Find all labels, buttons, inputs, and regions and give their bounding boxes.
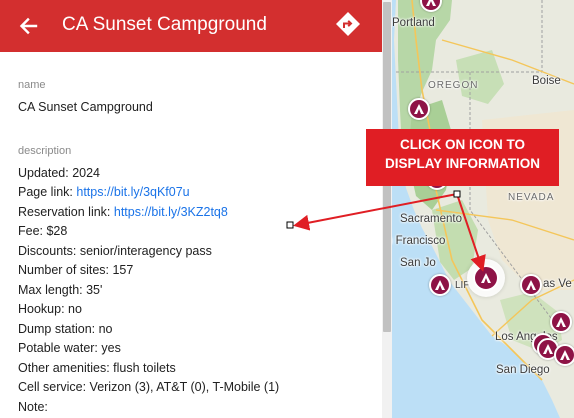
discounts-text: Discounts: senior/interagency pass xyxy=(18,243,212,258)
map-label-san-jose: San Jo xyxy=(400,257,436,269)
map-label-nevada: NEVADA xyxy=(508,192,555,203)
campground-pin[interactable] xyxy=(408,98,430,120)
page-link-prefix: Page link: xyxy=(18,185,77,199)
dump-station-text: Dump station: no xyxy=(18,321,113,336)
directions-button[interactable] xyxy=(334,10,362,38)
panel-header: CA Sunset Campground xyxy=(0,0,382,52)
description-label: description xyxy=(18,144,72,157)
updated-text: Updated: 2024 xyxy=(18,165,101,180)
arrow-left-icon xyxy=(19,17,38,35)
campground-pin-selected[interactable] xyxy=(473,265,499,291)
campground-tent-icon xyxy=(481,273,491,283)
map-label-california: LIF xyxy=(455,280,470,291)
sites-text: Number of sites: 157 xyxy=(18,263,134,277)
campground-tent-icon xyxy=(560,350,570,360)
map-label-sacramento: Sacramento xyxy=(400,213,463,225)
instruction-callout: CLICK ON ICON TO DISPLAY INFORMATION xyxy=(366,129,559,186)
back-button[interactable] xyxy=(14,12,42,40)
hookup-text: Hookup: no xyxy=(18,302,82,316)
reservation-link-row: Reservation link: https://bit.ly/3KZ2tq8 xyxy=(18,203,368,223)
map-label-portland: Portland xyxy=(392,17,435,29)
map-view[interactable]: Portland OREGON Boise NEVADA Sacramento … xyxy=(392,0,574,418)
name-value: CA Sunset Campground xyxy=(18,100,153,114)
note-text: Note: xyxy=(18,399,48,414)
map-label-san-diego: San Diego xyxy=(496,364,550,376)
fee-text: Fee: $28 xyxy=(18,224,68,238)
campground-tent-icon xyxy=(435,280,445,290)
info-panel: CA Sunset Campground name CA Sunset Camp… xyxy=(0,0,382,418)
campground-tent-icon xyxy=(556,317,566,327)
campground-tent-icon xyxy=(526,280,536,290)
details-content: name CA Sunset Campground description Up… xyxy=(18,78,368,417)
max-length-text: Max length: 35' xyxy=(18,282,103,297)
reservation-link[interactable]: https://bit.ly/3KZ2tq8 xyxy=(114,205,228,219)
campground-tent-icon xyxy=(414,104,424,114)
map-label-las-vegas: as Ve xyxy=(543,278,572,290)
panel-scrollbar[interactable] xyxy=(382,0,392,418)
map-label-oregon: OREGON xyxy=(428,80,479,91)
cell-service-text: Cell service: Verizon (3), AT&T (0), T-M… xyxy=(18,380,280,394)
map-label-boise: Boise xyxy=(532,75,561,87)
campground-pin[interactable] xyxy=(550,311,572,333)
campground-pin[interactable] xyxy=(520,274,542,296)
campground-pin[interactable] xyxy=(429,274,451,296)
campground-pin[interactable] xyxy=(554,344,574,366)
page-title: CA Sunset Campground xyxy=(62,14,267,35)
directions-icon xyxy=(336,12,360,36)
page-link-row: Page link: https://bit.ly/3qKf07u xyxy=(18,183,368,203)
reservation-link-prefix: Reservation link: xyxy=(18,204,114,219)
name-label: name xyxy=(18,79,46,91)
amenities-text: Other amenities: flush toilets xyxy=(18,360,176,375)
map-label-san-francisco: n Francisco xyxy=(392,235,446,247)
callout-line-1: CLICK ON ICON TO xyxy=(399,137,525,152)
campground-tent-icon xyxy=(426,0,436,6)
page-link[interactable]: https://bit.ly/3qKf07u xyxy=(76,185,189,199)
potable-water-text: Potable water: yes xyxy=(18,341,121,355)
callout-line-2: DISPLAY INFORMATION xyxy=(384,156,540,171)
campground-tent-icon xyxy=(543,344,553,354)
